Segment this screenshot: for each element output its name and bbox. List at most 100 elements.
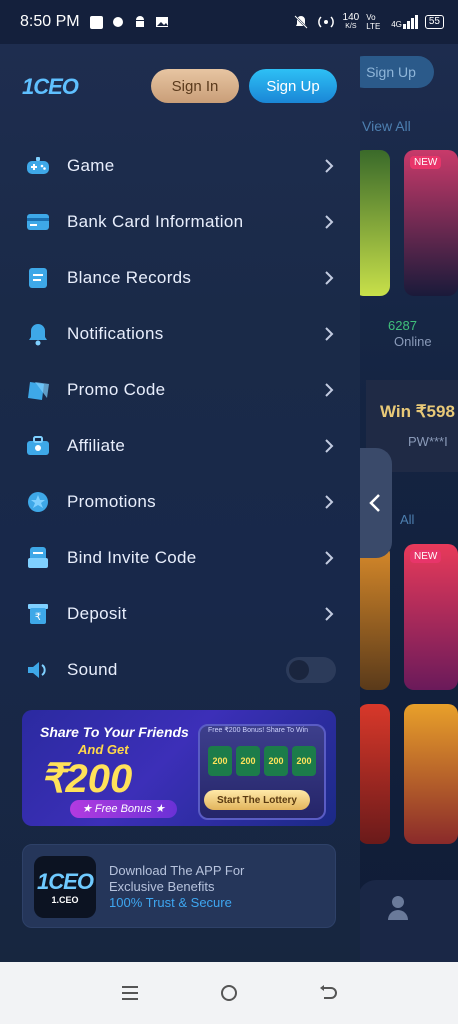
bg-online-count: 6287	[388, 318, 417, 333]
menu-item-bank-card[interactable]: Bank Card Information	[0, 194, 360, 250]
chevron-right-icon	[325, 551, 334, 565]
menu-label: Deposit	[67, 604, 127, 623]
menu-label: Affiliate	[67, 436, 126, 455]
system-nav-bar	[0, 962, 458, 1024]
menu-label: Bind Invite Code	[67, 548, 197, 567]
menu-item-balance-records[interactable]: Blance Records	[0, 250, 360, 306]
chevron-right-icon	[325, 271, 334, 285]
drawer-header: 1CEO Sign In Sign Up	[0, 44, 360, 134]
chevron-right-icon	[325, 607, 334, 621]
status-time: 8:50 PM	[20, 13, 80, 30]
gift-icon	[26, 490, 50, 514]
menu-item-deposit[interactable]: ₹ Deposit	[0, 586, 360, 642]
chevron-right-icon	[325, 495, 334, 509]
home-button[interactable]	[216, 980, 242, 1006]
menu-item-sound: Sound	[0, 642, 360, 698]
sign-in-button[interactable]: Sign In	[151, 69, 239, 103]
reel: 200	[236, 746, 260, 776]
chevron-right-icon	[325, 383, 334, 397]
reel: 200	[264, 746, 288, 776]
menu-label: Game	[67, 156, 115, 175]
toggle-knob	[289, 660, 309, 680]
image-icon	[155, 17, 168, 27]
mute-icon	[293, 15, 308, 29]
chevron-right-icon	[325, 327, 334, 341]
settings-notif-icon	[112, 17, 123, 27]
bg-bottom-nav	[358, 880, 458, 962]
banner-amount: ₹200	[40, 757, 133, 801]
menu-item-promo-code[interactable]: Promo Code	[0, 362, 360, 418]
hotspot-icon	[317, 16, 334, 28]
reel: 200	[292, 746, 316, 776]
drawer-menu: Game Bank Card Information Blance Record…	[0, 138, 360, 698]
menu-item-promotions[interactable]: Promotions	[0, 474, 360, 530]
menu-item-bind-invite-code[interactable]: Bind Invite Code	[0, 530, 360, 586]
chevron-right-icon	[325, 159, 334, 173]
app-icon: 1CEO 1.CEO	[34, 856, 96, 918]
menu-item-affiliate[interactable]: Affiliate	[0, 418, 360, 474]
side-drawer: 1CEO Sign In Sign Up Game Bank Card Info…	[0, 44, 360, 962]
ticket-icon	[26, 378, 50, 402]
battery-icon: 55	[424, 15, 444, 29]
menu-label: Promotions	[67, 492, 156, 511]
signal-icon: 4G	[391, 15, 418, 29]
menu-item-notifications[interactable]: Notifications	[0, 306, 360, 362]
start-lottery-button[interactable]: Start The Lottery	[204, 790, 310, 810]
home-circle-icon	[220, 985, 237, 1001]
machine-top-text: Free ₹200 Bonus! Share To Win	[208, 727, 309, 734]
menu-label: Blance Records	[67, 268, 192, 287]
menu-label: Promo Code	[67, 380, 166, 399]
bg-signup-button: Sign Up	[348, 56, 434, 88]
user-icon	[388, 896, 408, 920]
back-button[interactable]	[315, 980, 341, 1006]
speaker-icon	[26, 658, 50, 682]
app-card-line3: 100% Trust & Secure	[109, 895, 232, 910]
records-icon	[26, 266, 50, 290]
bg-win-text: Win ₹598	[380, 402, 455, 421]
bg-all-link: All	[400, 512, 415, 527]
share-banner[interactable]: Share To Your Friends And Get ₹200 ★ Fre…	[22, 710, 336, 826]
chevron-right-icon	[325, 439, 334, 453]
sign-up-button[interactable]: Sign Up	[249, 69, 337, 103]
menu-icon	[121, 986, 138, 1000]
volte-label: Vo LTE	[366, 13, 381, 31]
menu-item-game[interactable]: Game	[0, 138, 360, 194]
bg-game-card	[404, 704, 458, 844]
bg-win-user: PW***I	[408, 434, 448, 449]
recent-apps-button[interactable]	[117, 980, 143, 1006]
banner-bonus-badge: ★ Free Bonus ★	[70, 800, 177, 818]
app-logo: 1CEO	[22, 74, 79, 99]
bg-view-all-link: View All	[362, 118, 411, 134]
notification-square-icon	[89, 15, 103, 29]
bg-game-card: NEW	[404, 544, 458, 690]
reel: 200	[208, 746, 232, 776]
app-card-line2: Exclusive Benefits	[109, 879, 215, 894]
svg-text:₹: ₹	[35, 612, 41, 623]
menu-label: Sound	[67, 660, 118, 679]
android-icon	[135, 16, 144, 27]
data-speed: 140 K/S	[342, 12, 360, 31]
menu-label: Notifications	[67, 324, 164, 343]
sound-toggle[interactable]	[286, 657, 336, 683]
banner-title: Share To Your Friends	[40, 724, 189, 740]
status-right: 140 K/S Vo LTE 4G 55	[293, 13, 444, 31]
drawer-collapse-handle[interactable]	[358, 448, 392, 558]
notification-icons	[89, 15, 169, 29]
bg-game-card: NEW	[404, 150, 458, 296]
briefcase-icon	[26, 434, 50, 458]
app-card-line1: Download The APP For	[109, 863, 245, 878]
bg-game-card	[358, 704, 390, 844]
invite-icon	[26, 546, 50, 570]
bg-game-card	[358, 544, 390, 690]
download-app-card[interactable]: 1CEO 1.CEO Download The APP For Exclusiv…	[22, 844, 336, 928]
back-arrow-icon	[320, 985, 338, 999]
status-bar: 8:50 PM 140 K/S Vo LTE 4G 55	[0, 0, 458, 44]
deposit-icon: ₹	[26, 602, 50, 626]
chevron-right-icon	[325, 215, 334, 229]
menu-label: Bank Card Information	[67, 212, 244, 231]
bell-icon	[26, 322, 50, 346]
gamepad-icon	[26, 154, 50, 178]
bg-online-label: Online	[394, 334, 432, 349]
banner-subtitle: And Get	[78, 742, 129, 757]
chevron-left-icon	[369, 494, 380, 512]
